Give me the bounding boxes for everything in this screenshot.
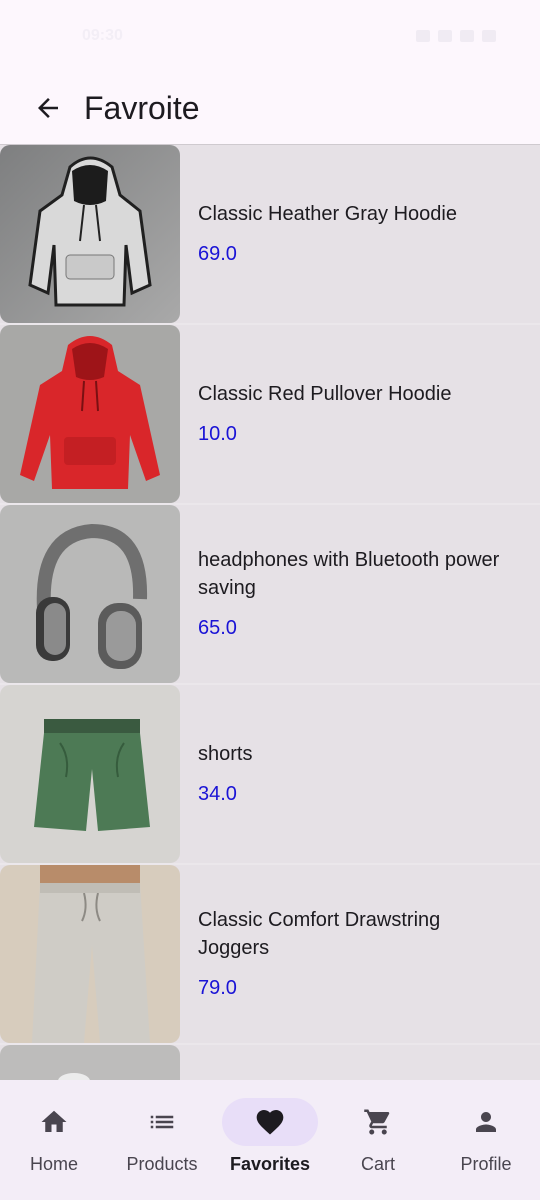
nav-products-indicator — [114, 1098, 210, 1146]
item-info: Classic Heather Gray Hoodie 69.0 — [180, 145, 540, 323]
nav-favorites[interactable]: Favorites — [216, 1080, 324, 1200]
item-name: shorts — [198, 743, 253, 765]
person-icon — [476, 1112, 496, 1132]
item-price: 79.0 — [198, 977, 237, 999]
favorite-item[interactable] — [0, 1045, 540, 1080]
favorites-list[interactable]: Classic Heather Gray Hoodie 69.0 Classic… — [0, 144, 540, 1080]
favorite-item[interactable]: Classic Red Pullover Hoodie 10.0 — [0, 325, 540, 505]
product-image — [0, 685, 180, 863]
nav-profile[interactable]: Profile — [432, 1080, 540, 1200]
status-icons — [416, 30, 496, 42]
favorite-item[interactable]: Classic Comfort Drawstring Joggers 79.0 — [0, 865, 540, 1045]
item-price: 65.0 — [198, 617, 237, 639]
heart-icon — [256, 1110, 284, 1135]
item-price: 10.0 — [198, 423, 237, 445]
product-image — [0, 865, 180, 1043]
nav-home[interactable]: Home — [0, 1080, 108, 1200]
status-bar: 09:30 — [0, 0, 540, 72]
item-name: Classic Heather Gray Hoodie — [198, 203, 457, 225]
item-info — [180, 1045, 540, 1080]
product-image — [0, 145, 180, 323]
arrow-back-icon — [38, 98, 58, 118]
back-button[interactable] — [20, 80, 76, 136]
signal-icon — [438, 30, 452, 42]
nav-favorites-label: Favorites — [229, 1154, 311, 1174]
bottom-navigation: Home Products Favorites Cart Profile — [0, 1080, 540, 1200]
item-info: Classic Red Pullover Hoodie 10.0 — [180, 325, 540, 503]
item-price: 69.0 — [198, 243, 237, 265]
nav-favorites-indicator — [222, 1098, 318, 1146]
item-name: Classic Red Pullover Hoodie — [198, 383, 452, 405]
nav-cart-indicator — [330, 1098, 426, 1146]
nav-profile-label: Profile — [460, 1154, 512, 1174]
page-title: Favroite — [84, 89, 200, 126]
item-name: headphones with Bluetooth power saving — [198, 549, 500, 599]
favorite-item[interactable]: Classic Heather Gray Hoodie 69.0 — [0, 145, 540, 325]
item-price: 34.0 — [198, 783, 237, 805]
item-info: headphones with Bluetooth power saving 6… — [180, 505, 540, 683]
nav-cart[interactable]: Cart — [324, 1080, 432, 1200]
cart-icon — [364, 1109, 390, 1135]
status-time: 09:30 — [82, 27, 123, 44]
favorite-item[interactable]: headphones with Bluetooth power saving 6… — [0, 505, 540, 685]
nav-cart-label: Cart — [360, 1154, 395, 1174]
product-image — [0, 505, 180, 683]
nav-home-indicator — [6, 1098, 102, 1146]
notification-icon — [416, 30, 430, 42]
favorites-screen: 09:30 Favroite Classic Heather Gray Hood… — [0, 0, 540, 1200]
list-icon — [150, 1115, 174, 1129]
product-image — [0, 1045, 180, 1080]
nav-home-label: Home — [29, 1154, 78, 1174]
item-info: Classic Comfort Drawstring Joggers 79.0 — [180, 865, 540, 1043]
nav-products[interactable]: Products — [108, 1080, 216, 1200]
battery-icon — [482, 30, 496, 42]
item-name: Classic Comfort Drawstring Joggers — [198, 909, 441, 959]
favorite-item[interactable]: shorts 34.0 — [0, 685, 540, 865]
nav-products-label: Products — [126, 1154, 198, 1174]
home-icon — [41, 1110, 67, 1132]
nav-profile-indicator — [438, 1098, 534, 1146]
app-bar: Favroite — [0, 72, 540, 144]
product-image — [0, 325, 180, 503]
wifi-icon — [460, 30, 474, 42]
item-info: shorts 34.0 — [180, 685, 540, 863]
